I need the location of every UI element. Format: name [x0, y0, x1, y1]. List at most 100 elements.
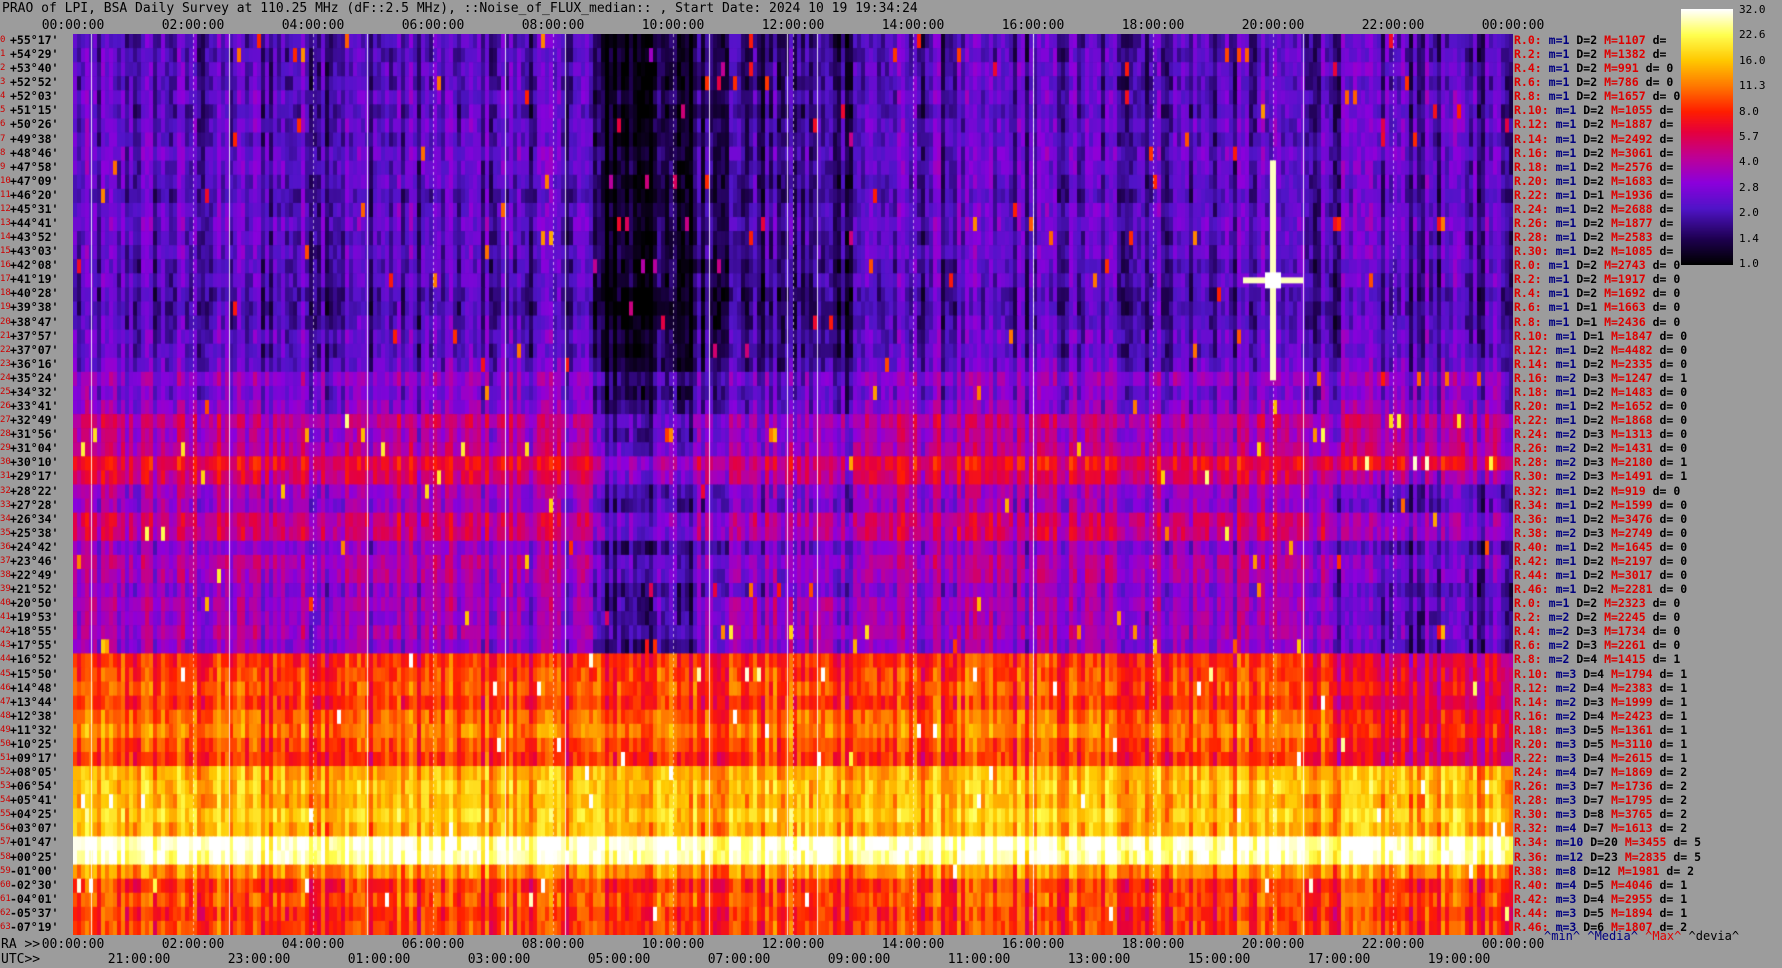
stat-beam: R.40: — [1514, 877, 1549, 892]
legend-max: ^Max^ — [1645, 929, 1682, 943]
declination-label: +17°55' — [10, 638, 59, 653]
stat-M: M=4046 — [1611, 877, 1653, 892]
stat-beam: R.20: — [1514, 173, 1549, 188]
stat-M: M=2835 — [1624, 849, 1667, 864]
stat-beam: R.22: — [1514, 413, 1549, 428]
top-tick-label: 06:00:00 — [401, 18, 465, 33]
beam-stat-row: R.30: m=3 D=8 M=3765 d= 2 — [1514, 808, 1687, 821]
stat-D: D=2 — [1583, 441, 1605, 456]
beam-stat-row: R.4: m=2 D=3 M=1734 d= 0 — [1514, 625, 1680, 638]
declination-label: +53°40' — [10, 61, 59, 76]
declination-label: +00°25' — [10, 849, 59, 864]
stat-m: m=1 — [1555, 131, 1577, 146]
stat-m: m=1 — [1555, 328, 1577, 343]
ra-tick-label: 22:00:00 — [1361, 937, 1425, 952]
stat-d: d= — [1659, 244, 1674, 259]
utc-tick-label: 17:00:00 — [1307, 952, 1371, 967]
stat-M: M=2335 — [1611, 356, 1653, 371]
beam-stat-row: R.10: m=3 D=4 M=1794 d= 1 — [1514, 666, 1687, 681]
beam-stat-row: R.30: m=2 D=3 M=1491 d= 1 — [1514, 470, 1687, 483]
stat-d: d= 0 — [1659, 342, 1688, 357]
stat-m: m=3 — [1555, 793, 1577, 808]
stat-m: m=1 — [1555, 413, 1577, 428]
declination-label: +41°19' — [10, 272, 59, 287]
beam-stat-row: R.0: m=1 D=2 M=1107 d= — [1514, 34, 1666, 47]
stat-D: D=2 — [1583, 384, 1605, 399]
stat-d: d= 0 — [1645, 61, 1674, 76]
stat-m: m=2 — [1555, 427, 1577, 442]
ra-tick-label: 00:00:00 — [41, 937, 105, 952]
declination-label: +31°04' — [10, 441, 59, 456]
stat-M: M=1877 — [1611, 216, 1653, 231]
stat-d: d= 0 — [1652, 483, 1681, 498]
top-tick-label: 08:00:00 — [521, 18, 585, 33]
beam-stat-row: R.2: m=2 D=2 M=2245 d= 0 — [1514, 611, 1680, 624]
utc-tick-label: 21:00:00 — [107, 952, 171, 967]
stat-d: d= 0 — [1652, 610, 1681, 625]
stat-D: D=4 — [1583, 708, 1605, 723]
stat-m: m=2 — [1555, 708, 1577, 723]
stat-m: m=2 — [1555, 680, 1577, 695]
stat-M: M=3765 — [1611, 807, 1653, 822]
stat-beam: R.0: — [1514, 33, 1542, 47]
row-index: 9 — [0, 161, 6, 172]
stat-beam: R.20: — [1514, 399, 1549, 414]
stat-d: d= 1 — [1659, 877, 1688, 892]
stat-beam: R.6: — [1514, 638, 1542, 653]
stat-D: D=2 — [1583, 244, 1605, 259]
declination-label: +55°17' — [10, 33, 59, 47]
stat-d: d= 5 — [1673, 835, 1702, 850]
declination-label: -04°01' — [10, 891, 59, 906]
stat-d: d= 1 — [1659, 905, 1688, 920]
stat-D: D=2 — [1576, 33, 1598, 47]
stat-d: d= 1 — [1659, 891, 1688, 906]
stat-d: d= 1 — [1659, 750, 1688, 765]
declination-label: +29°17' — [10, 469, 59, 484]
stat-M: M=3476 — [1611, 511, 1653, 526]
stat-M: M=2749 — [1611, 525, 1653, 540]
stat-m: m=2 — [1548, 652, 1570, 667]
stat-d: d= 0 — [1659, 413, 1688, 428]
noise-heatmap — [73, 34, 1513, 935]
stat-M: M=3455 — [1624, 835, 1667, 850]
stat-beam: R.24: — [1514, 765, 1549, 780]
stat-m: m=3 — [1555, 779, 1577, 794]
stat-m: m=1 — [1555, 356, 1577, 371]
beam-stat-row: R.0: m=1 D=2 M=2743 d= 0 — [1514, 259, 1680, 272]
stat-d: d= 0 — [1659, 399, 1688, 414]
stat-d: d= — [1659, 103, 1674, 118]
stat-m: m=1 — [1555, 159, 1577, 174]
stat-d: d= — [1659, 216, 1674, 231]
stat-d: d= 0 — [1659, 582, 1688, 597]
stat-d: d= 0 — [1645, 75, 1674, 90]
stat-M: M=1431 — [1611, 441, 1653, 456]
stat-d: d= — [1659, 230, 1674, 245]
stat-D: D=2 — [1583, 497, 1605, 512]
stat-D: D=2 — [1583, 483, 1605, 498]
declination-label: -05°37' — [10, 905, 59, 920]
stat-d: d= 1 — [1659, 469, 1688, 484]
stat-m: m=8 — [1555, 863, 1577, 878]
beam-stat-row: R.24: m=4 D=7 M=1869 d= 2 — [1514, 766, 1687, 779]
beam-stat-row: R.44: m=1 D=2 M=3017 d= 0 — [1514, 567, 1687, 582]
stat-beam: R.28: — [1514, 455, 1549, 470]
beam-stat-row: R.28: m=3 D=7 M=1795 d= 2 — [1514, 794, 1687, 807]
stat-beam: R.10: — [1514, 666, 1549, 681]
declination-label: +45°31' — [10, 201, 59, 216]
stat-m: m=2 — [1555, 455, 1577, 470]
declination-label: +46°20' — [10, 187, 59, 202]
stat-beam: R.26: — [1514, 216, 1549, 231]
stat-M: M=2583 — [1611, 230, 1653, 245]
declination-label: +43°52' — [10, 230, 59, 245]
stat-m: m=2 — [1548, 624, 1570, 639]
stat-beam: R.16: — [1514, 370, 1549, 385]
declination-label: +20°50' — [10, 596, 59, 611]
declination-label: +44°41' — [10, 216, 59, 231]
stat-d: d= — [1659, 173, 1674, 188]
stat-D: D=2 — [1576, 610, 1598, 625]
stat-D: D=2 — [1583, 567, 1605, 582]
beam-stat-row: R.30: m=1 D=2 M=1085 d= — [1514, 245, 1673, 258]
chart-title: PRAO of LPI, BSA Daily Survey at 110.25 … — [2, 1, 918, 16]
stat-M: M=1645 — [1611, 539, 1653, 554]
row-index: 7 — [0, 133, 6, 144]
